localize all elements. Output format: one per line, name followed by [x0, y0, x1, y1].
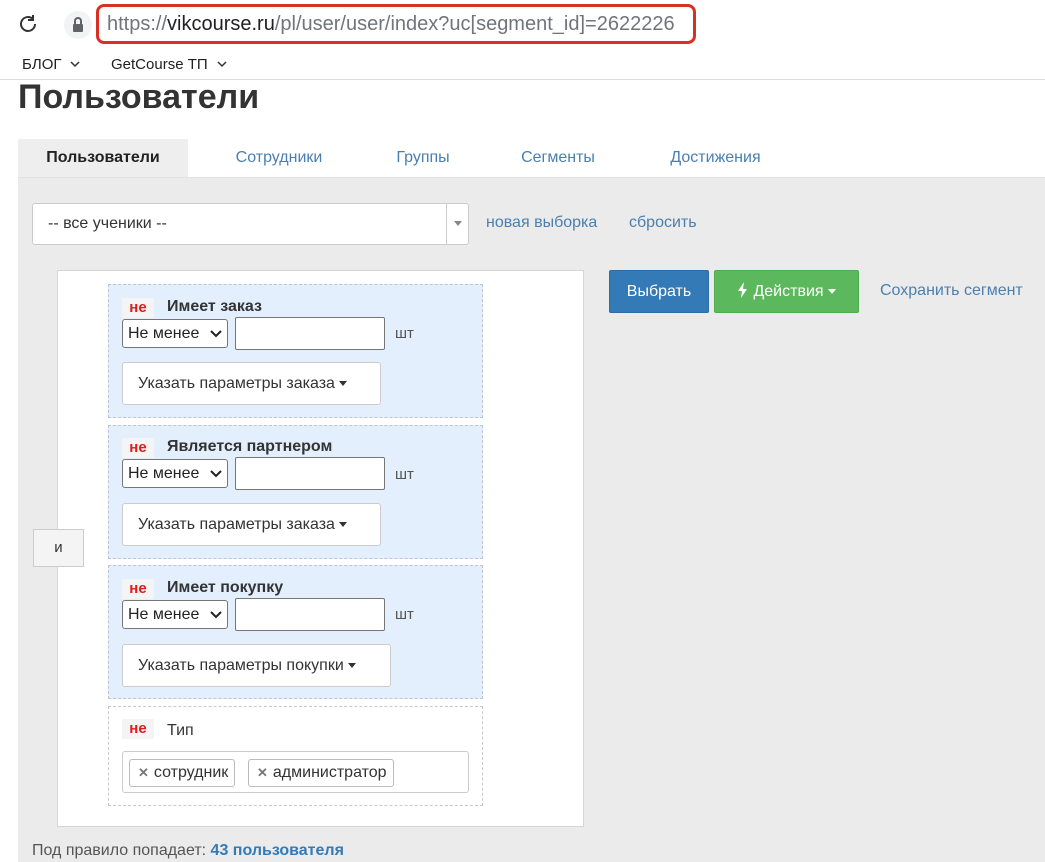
caret-down-icon: [347, 663, 356, 669]
operator-select[interactable]: Не менее: [122, 600, 228, 629]
order-params-button[interactable]: Указать параметры заказа: [122, 362, 381, 405]
chevron-down-icon: [210, 330, 222, 338]
condition-title: Тип: [167, 722, 194, 739]
summary-text: Под правило попадает:: [32, 842, 207, 859]
operator-value: Не менее: [128, 325, 200, 342]
segment-select[interactable]: -- все ученики --: [32, 203, 469, 245]
params-label: Указать параметры заказа: [138, 516, 335, 533]
unit-label: шт: [395, 325, 414, 342]
bookmark-label: GetCourse ТП: [111, 55, 208, 73]
chevron-down-icon: [217, 61, 227, 68]
condition-block: не Имеет покупку Не менее шт Указать пар…: [108, 565, 483, 699]
condition-block: не Является партнером Не менее шт Указат…: [108, 425, 483, 559]
reload-icon[interactable]: [16, 12, 40, 36]
user-count-link[interactable]: 43 пользователя: [211, 842, 344, 859]
tag-label: сотрудник: [153, 764, 229, 781]
reset-link[interactable]: сбросить: [629, 214, 697, 232]
negation-toggle[interactable]: не: [122, 298, 154, 318]
purchase-params-button[interactable]: Указать параметры покупки: [122, 644, 391, 687]
result-summary: Под правило попадает: 43 пользователя: [32, 842, 344, 860]
caret-down-icon: [338, 522, 347, 528]
new-selection-link[interactable]: новая выборка: [486, 214, 597, 232]
url-prefix: https://: [107, 13, 168, 35]
select-button[interactable]: Выбрать: [609, 270, 709, 313]
bookmark-blog[interactable]: БЛОГ: [22, 54, 81, 74]
segment-select-value: -- все ученики --: [48, 215, 167, 232]
remove-tag-icon[interactable]: ✕: [138, 765, 149, 780]
save-segment-link[interactable]: Сохранить сегмент: [880, 282, 1023, 300]
quantity-input[interactable]: [235, 598, 385, 631]
unit-label: шт: [395, 606, 414, 623]
tag-admin: ✕ администратор: [248, 759, 394, 787]
bookmark-getcourse[interactable]: GetCourse ТП: [111, 54, 228, 74]
quantity-input[interactable]: [235, 317, 385, 350]
and-operator-button[interactable]: и: [33, 529, 84, 567]
tab-segments[interactable]: Сегменты: [498, 139, 618, 177]
tab-users[interactable]: Пользователи: [18, 139, 188, 177]
params-label: Указать параметры заказа: [138, 375, 335, 392]
actions-label: Действия: [753, 283, 824, 300]
operator-value: Не менее: [128, 606, 200, 623]
tag-staff: ✕ сотрудник: [129, 759, 236, 787]
remove-tag-icon[interactable]: ✕: [257, 765, 268, 780]
order-params-button[interactable]: Указать параметры заказа: [122, 503, 381, 546]
caret-down-icon: [827, 289, 836, 295]
address-bar[interactable]: https://vikcourse.ru/pl/user/user/index?…: [96, 4, 696, 44]
negation-toggle[interactable]: не: [122, 719, 154, 739]
url-domain: vikcourse.ru: [167, 13, 275, 35]
tab-staff[interactable]: Сотрудники: [204, 139, 354, 177]
unit-label: шт: [395, 466, 414, 483]
condition-block: не Имеет заказ Не менее шт Указать парам…: [108, 284, 483, 418]
type-tags-input[interactable]: ✕ сотрудник ✕ администратор: [122, 751, 469, 793]
operator-value: Не менее: [128, 465, 200, 482]
lock-icon[interactable]: [64, 11, 92, 39]
page-title: Пользователи: [18, 78, 260, 116]
operator-select[interactable]: Не менее: [122, 459, 228, 488]
condition-block: не Тип ✕ сотрудник ✕ администратор: [108, 706, 483, 806]
negation-toggle[interactable]: не: [122, 438, 154, 458]
chevron-down-icon: [210, 470, 222, 478]
condition-title: Имеет заказ: [167, 298, 262, 315]
operator-select[interactable]: Не менее: [122, 319, 228, 348]
actions-dropdown-button[interactable]: Действия: [714, 270, 859, 313]
tab-achievements[interactable]: Достижения: [648, 139, 783, 177]
caret-down-icon: [338, 381, 347, 387]
tab-groups[interactable]: Группы: [368, 139, 478, 177]
tag-label: администратор: [272, 764, 387, 781]
params-label: Указать параметры покупки: [138, 657, 344, 674]
chevron-down-icon: [70, 61, 81, 68]
chevron-down-icon: [210, 611, 222, 619]
negation-toggle[interactable]: не: [122, 579, 154, 599]
chevron-down-icon: [446, 204, 468, 244]
bolt-icon: [738, 282, 748, 298]
bookmark-label: БЛОГ: [22, 55, 62, 73]
condition-title: Имеет покупку: [167, 579, 284, 596]
tabs-bar: Пользователи Сотрудники Группы Сегменты …: [18, 139, 1045, 178]
quantity-input[interactable]: [235, 457, 385, 490]
url-path: /pl/user/user/index?uc[segment_id]=26222…: [274, 13, 675, 35]
condition-title: Является партнером: [167, 438, 333, 455]
